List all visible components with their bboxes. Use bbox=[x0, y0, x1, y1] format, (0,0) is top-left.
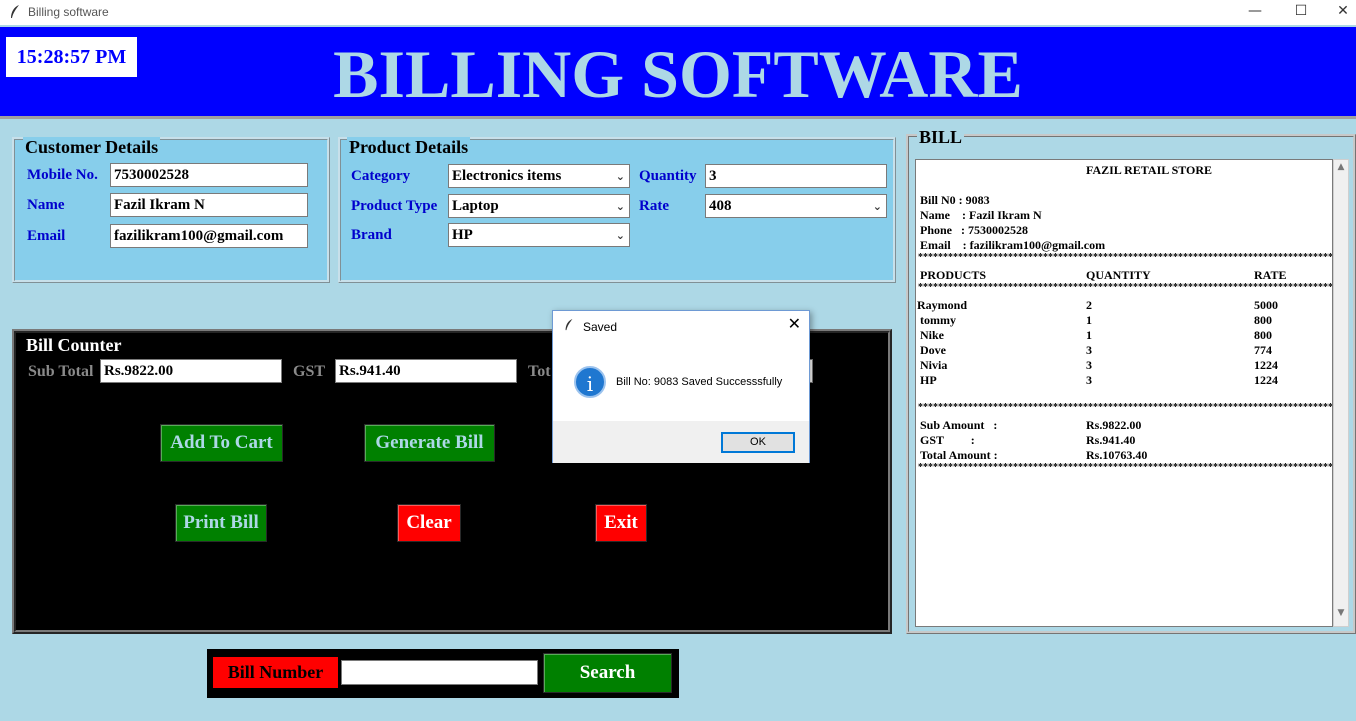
rate-value: 408 bbox=[709, 198, 732, 214]
add-to-cart-button[interactable]: Add To Cart bbox=[160, 424, 283, 462]
item-quantity: 1 bbox=[1086, 328, 1092, 342]
category-label: Category bbox=[351, 168, 411, 184]
item-product: HP bbox=[917, 373, 937, 387]
window-title: Billing software bbox=[28, 5, 109, 19]
item-product: Nike bbox=[917, 328, 944, 342]
dialog-close-button[interactable]: ✕ bbox=[788, 314, 801, 333]
category-select[interactable]: Electronics items ⌄ bbox=[448, 164, 630, 188]
separator-line: ****************************************… bbox=[918, 402, 1333, 413]
separator-line: ****************************************… bbox=[918, 282, 1333, 293]
mobile-label: Mobile No. bbox=[27, 167, 98, 183]
item-quantity: 1 bbox=[1086, 313, 1092, 327]
bill-counter-legend: Bill Counter bbox=[26, 335, 122, 356]
product-details-frame: Product Details Category Electronics ite… bbox=[338, 137, 896, 283]
item-quantity: 3 bbox=[1086, 343, 1092, 357]
bill-name-line: Name : Fazil Ikram N bbox=[920, 208, 1042, 222]
separator-line: ****************************************… bbox=[918, 252, 1333, 263]
item-product: Dove bbox=[917, 343, 946, 357]
name-label: Name bbox=[27, 197, 65, 213]
rate-label: Rate bbox=[639, 198, 669, 214]
email-input[interactable]: fazilikram100@gmail.com bbox=[110, 224, 308, 248]
gst-amount-value: Rs.941.40 bbox=[1086, 433, 1136, 447]
generate-bill-button[interactable]: Generate Bill bbox=[364, 424, 495, 462]
item-rate: 800 bbox=[1254, 313, 1272, 327]
item-quantity: 3 bbox=[1086, 358, 1092, 372]
item-rate: 1224 bbox=[1254, 373, 1278, 387]
item-rate: 5000 bbox=[1254, 298, 1278, 312]
item-product: tommy bbox=[917, 313, 956, 327]
bill-number-input[interactable] bbox=[341, 660, 538, 685]
saved-dialog: Saved ✕ i Bill No: 9083 Saved Successsfu… bbox=[552, 310, 810, 463]
dialog-title: Saved bbox=[583, 320, 618, 334]
separator-line: ****************************************… bbox=[918, 462, 1333, 473]
subtotal-label: Sub Total bbox=[28, 363, 94, 380]
search-button[interactable]: Search bbox=[543, 653, 672, 693]
window-titlebar: Billing software — ☐ ✕ bbox=[0, 0, 1356, 25]
bill-search-frame: Bill Number Search bbox=[207, 649, 679, 698]
app-header: 15:28:57 PM BILLING SOFTWARE bbox=[0, 27, 1356, 119]
chevron-down-icon[interactable]: ⌄ bbox=[616, 198, 625, 216]
bill-number-line: Bill N0 : 9083 bbox=[920, 193, 990, 207]
email-label: Email bbox=[27, 228, 66, 244]
sub-amount-label: Sub Amount : bbox=[920, 418, 998, 432]
maximize-button[interactable]: ☐ bbox=[1278, 0, 1324, 25]
item-product: Nivia bbox=[917, 358, 948, 372]
feather-icon bbox=[11, 5, 19, 18]
clear-button[interactable]: Clear bbox=[397, 504, 461, 542]
gst-input[interactable]: Rs.941.40 bbox=[335, 359, 517, 383]
product-type-value: Laptop bbox=[452, 198, 499, 214]
store-name: FAZIL RETAIL STORE bbox=[1086, 163, 1213, 177]
bill-legend: BILL bbox=[917, 127, 965, 147]
rate-select[interactable]: 408 ⌄ bbox=[705, 194, 887, 218]
product-type-select[interactable]: Laptop ⌄ bbox=[448, 194, 630, 218]
dialog-message: Bill No: 9083 Saved Successsfully bbox=[616, 376, 783, 388]
brand-label: Brand bbox=[351, 227, 392, 243]
feather-icon bbox=[565, 319, 573, 331]
item-quantity: 2 bbox=[1086, 298, 1092, 312]
gst-label: GST bbox=[293, 363, 326, 380]
category-value: Electronics items bbox=[452, 168, 562, 184]
ok-button[interactable]: OK bbox=[721, 432, 795, 453]
scroll-down-icon[interactable]: ▼ bbox=[1334, 608, 1348, 624]
total-label: Tot bbox=[528, 363, 551, 380]
minimize-button[interactable]: — bbox=[1232, 0, 1278, 25]
chevron-down-icon[interactable]: ⌄ bbox=[873, 198, 882, 216]
info-icon: i bbox=[574, 366, 606, 398]
item-product: Raymond bbox=[917, 298, 968, 312]
customer-details-legend: Customer Details bbox=[23, 137, 161, 157]
quantity-input[interactable]: 3 bbox=[705, 164, 887, 188]
scroll-up-icon[interactable]: ▲ bbox=[1334, 162, 1348, 178]
bill-number-label: Bill Number bbox=[213, 657, 338, 688]
item-rate: 800 bbox=[1254, 328, 1272, 342]
name-input[interactable]: Fazil Ikram N bbox=[110, 193, 308, 217]
bill-phone-line: Phone : 7530002528 bbox=[920, 223, 1028, 237]
item-rate: 1224 bbox=[1254, 358, 1278, 372]
item-quantity: 3 bbox=[1086, 373, 1092, 387]
product-type-label: Product Type bbox=[351, 198, 438, 214]
bill-textarea[interactable]: FAZIL RETAIL STORE Bill N0 : 9083 Name :… bbox=[915, 159, 1333, 627]
quantity-label: Quantity bbox=[639, 168, 697, 184]
exit-button[interactable]: Exit bbox=[595, 504, 647, 542]
mobile-input[interactable]: 7530002528 bbox=[110, 163, 308, 187]
print-bill-button[interactable]: Print Bill bbox=[175, 504, 267, 542]
sub-amount-value: Rs.9822.00 bbox=[1086, 418, 1142, 432]
gst-amount-label: GST : bbox=[920, 433, 975, 447]
brand-select[interactable]: HP ⌄ bbox=[448, 223, 630, 247]
customer-details-frame: Customer Details Mobile No. 7530002528 N… bbox=[12, 137, 330, 283]
chevron-down-icon[interactable]: ⌄ bbox=[616, 168, 625, 186]
item-rate: 774 bbox=[1254, 343, 1272, 357]
bill-scrollbar[interactable]: ▲ ▼ bbox=[1333, 159, 1349, 627]
dialog-footer: OK bbox=[553, 421, 809, 463]
product-details-legend: Product Details bbox=[347, 137, 471, 157]
bill-frame: BILL FAZIL RETAIL STORE Bill N0 : 9083 N… bbox=[906, 127, 1356, 634]
brand-value: HP bbox=[452, 227, 473, 243]
subtotal-input[interactable]: Rs.9822.00 bbox=[100, 359, 282, 383]
close-button[interactable]: ✕ bbox=[1320, 0, 1356, 25]
app-title: BILLING SOFTWARE bbox=[333, 36, 1023, 112]
chevron-down-icon[interactable]: ⌄ bbox=[616, 227, 625, 245]
